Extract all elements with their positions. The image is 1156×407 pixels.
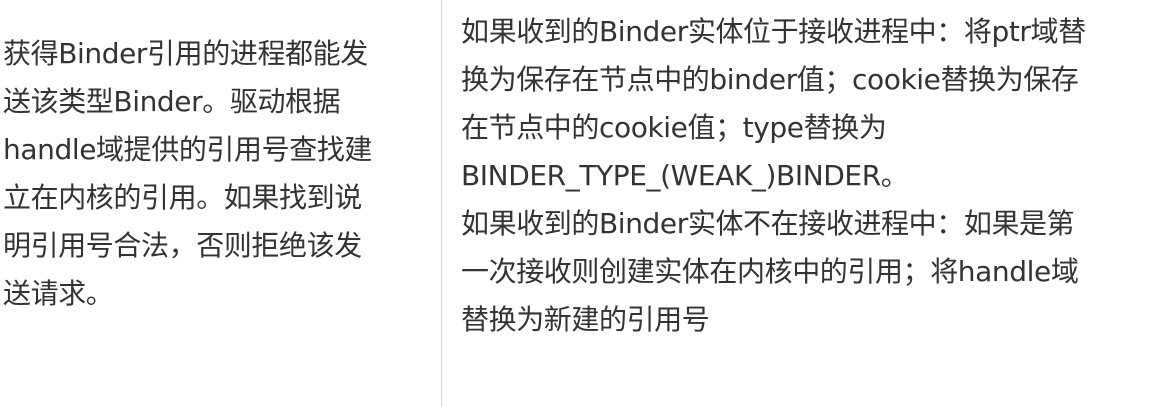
table-cell-left: 获得Binder引用的进程都能发 送该类型Binder。驱动根据 handle域… [0,0,442,407]
text-line: BINDER_TYPE_(WEAK_)BINDER。 [461,159,909,192]
text-line: 如果收到的Binder实体位于接收进程中：将ptr域替 [461,15,1086,48]
text-line: 立在内核的引用。如果找到说 [3,181,362,214]
table-row: 获得Binder引用的进程都能发 送该类型Binder。驱动根据 handle域… [0,0,1156,407]
text-line: 一次接收则创建实体在内核中的引用；将handle域 [461,255,1079,288]
table-cell-right: 如果收到的Binder实体位于接收进程中：将ptr域替 换为保存在节点中的bin… [442,0,1156,407]
text-line: 在节点中的cookie值；type替换为 [461,111,887,144]
text-line: handle域提供的引用号查找建 [3,133,373,166]
text-line: 如果收到的Binder实体不在接收进程中：如果是第 [461,207,1075,240]
text-line: 送请求。 [3,277,114,310]
text-line: 明引用号合法，否则拒绝该发 [3,229,362,262]
text-line: 获得Binder引用的进程都能发 [3,37,368,70]
right-cell-paragraph-local-binder: 如果收到的Binder实体位于接收进程中：将ptr域替 换为保存在节点中的bin… [461,8,1156,200]
text-line: 替换为新建的引用号 [461,303,710,336]
right-cell-paragraph-remote-binder: 如果收到的Binder实体不在接收进程中：如果是第 一次接收则创建实体在内核中的… [461,200,1156,344]
text-line: 送该类型Binder。驱动根据 [3,85,341,118]
left-cell-text: 获得Binder引用的进程都能发 送该类型Binder。驱动根据 handle域… [3,30,441,318]
text-line: 换为保存在节点中的binder值；cookie替换为保存 [461,63,1079,96]
